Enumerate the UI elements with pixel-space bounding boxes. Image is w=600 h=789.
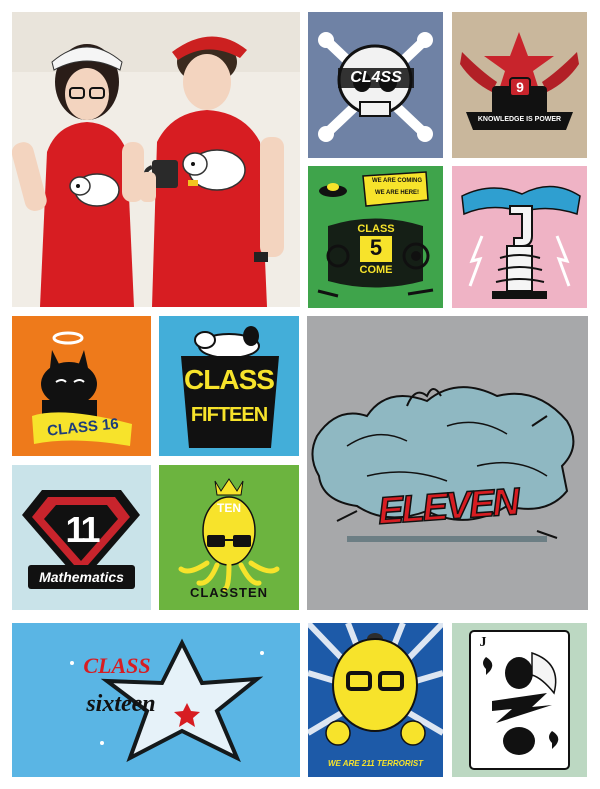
couple-tshirt-photo (12, 12, 300, 307)
aliens-top-label: WE ARE COMING (371, 178, 423, 184)
octopus-ten-label: TEN (217, 501, 241, 515)
eleven-graffiti-design-tile: ELEVEN (307, 316, 588, 610)
aliens-number-label: 5 (369, 235, 383, 260)
skull-class-design-tile: CL4SS (308, 12, 443, 158)
playing-card-jack-icon (452, 623, 587, 777)
aliens-class-label: CLASS (357, 223, 395, 235)
card-rank-label: J (479, 635, 487, 650)
knowledge-power-design-tile: 9 KNOWLEDGE IS POWER (452, 12, 587, 158)
math-label: Mathematics (39, 569, 124, 585)
class-fifteen-design-tile: CLASS FIFTEEN (159, 316, 299, 456)
pipe-tower-design-tile (452, 166, 587, 308)
aliens-middle-label: WE ARE HERE! (374, 190, 420, 196)
knowledge-number: 9 (516, 79, 524, 95)
class-16-bunny-design-tile: CLASS 16 (12, 316, 151, 456)
smoke-cloud-icon (307, 316, 588, 610)
aliens-come-label: COME (359, 264, 393, 276)
star-class-label: CLASS (83, 653, 151, 678)
octopus-classten-label: CLASSTEN (189, 585, 269, 600)
classten-octopus-design-tile: TEN CLASSTEN (159, 465, 299, 610)
snoopy-fifteen-label: FIFTEEN (190, 404, 268, 426)
star-sixteen-label: sixteen (86, 691, 156, 717)
skull-class-label: CL4SS (350, 69, 402, 86)
class-5-come-design-tile: WE ARE COMING WE ARE HERE! CLASS 5 COME (308, 166, 443, 308)
knowledge-label: KNOWLEDGE IS POWER (477, 116, 562, 123)
terrorist-design-tile: WE ARE 211 TERRORIST (308, 623, 443, 777)
couple-red-tshirts-sheep-photo (12, 12, 300, 307)
class-sixteen-star-design-tile: CLASS sixteen (12, 623, 300, 777)
pipe-tower-icon (452, 166, 587, 308)
math-number-label: 11 (65, 509, 100, 550)
jack-card-design-tile: J (452, 623, 587, 777)
mathematics-11-design-tile: 11 Mathematics (12, 465, 151, 610)
terrorist-label: WE ARE 211 TERRORIST (327, 759, 424, 768)
snoopy-class-label: CLASS (184, 364, 275, 395)
nerd-faces-icon (308, 623, 443, 777)
